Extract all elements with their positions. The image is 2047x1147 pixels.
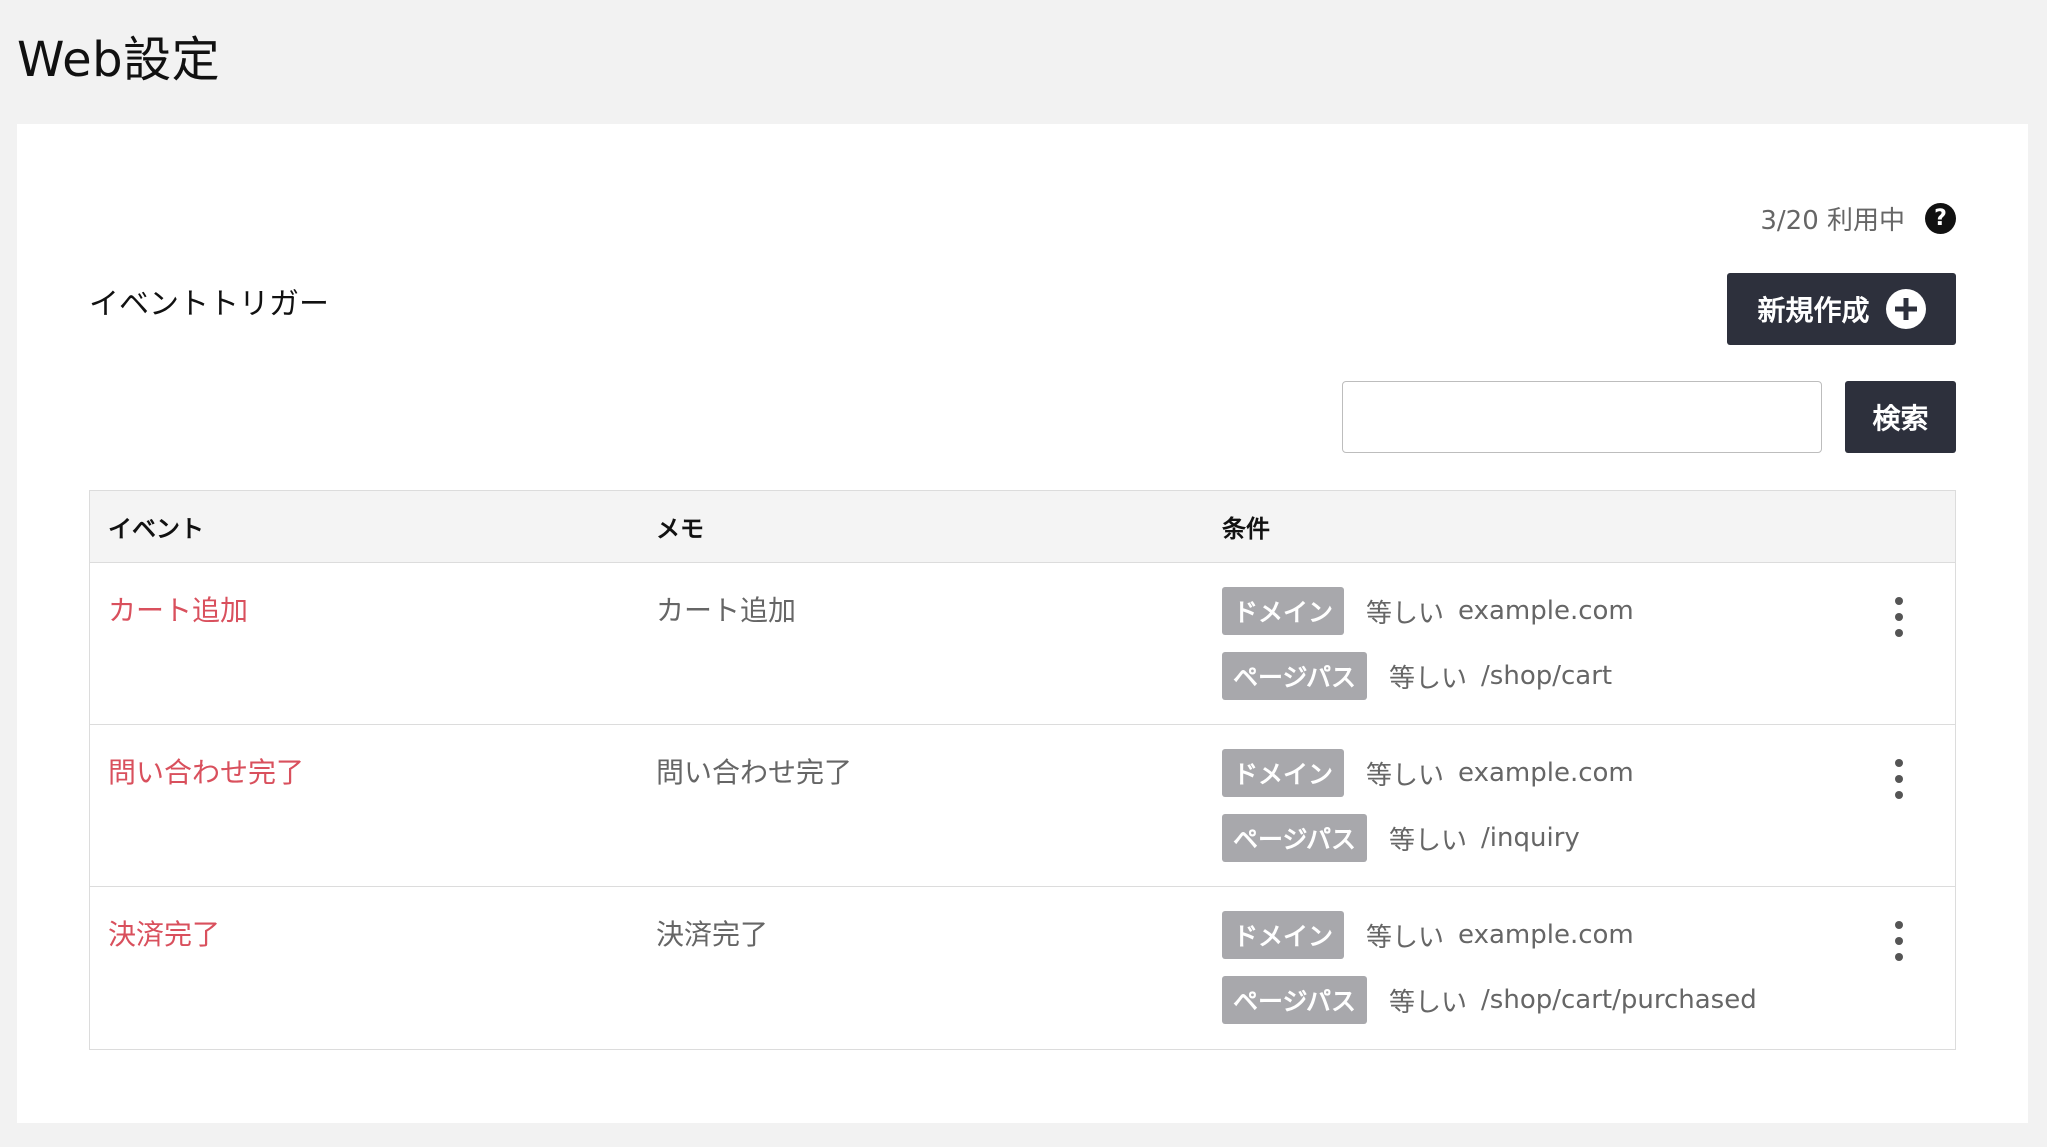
- search-button[interactable]: 検索: [1845, 381, 1956, 453]
- condition-item: ドメイン 等しい example.com: [1222, 911, 1955, 959]
- usage-indicator: 3/20 利用中 ?: [1760, 200, 1956, 237]
- condition-item: ページパス 等しい /inquiry: [1222, 814, 1955, 862]
- condition-operator: 等しい: [1366, 922, 1445, 953]
- memo-text: 決済完了: [656, 918, 769, 951]
- condition-value: example.com: [1458, 758, 1634, 788]
- condition-tag: ページパス: [1222, 814, 1368, 862]
- plus-circle-icon: [1885, 289, 1926, 329]
- more-vertical-icon[interactable]: [1889, 759, 1909, 799]
- table-row: 問い合わせ完了 問い合わせ完了 ドメイン 等しい example.com ページ…: [90, 725, 1955, 887]
- condition-operator: 等しい: [1389, 987, 1468, 1018]
- table-header: イベント メモ 条件: [90, 491, 1955, 563]
- condition-operator: 等しい: [1389, 663, 1468, 694]
- condition-operator: 等しい: [1366, 598, 1445, 629]
- page-title: Web設定: [17, 32, 221, 88]
- event-link[interactable]: 問い合わせ完了: [108, 756, 304, 789]
- condition-value: example.com: [1458, 920, 1634, 950]
- condition-tag: ドメイン: [1222, 749, 1345, 797]
- search-input[interactable]: [1342, 381, 1822, 453]
- condition-item: ドメイン 等しい example.com: [1222, 587, 1955, 635]
- condition-operator: 等しい: [1366, 760, 1445, 791]
- condition-tag: ページパス: [1222, 976, 1368, 1024]
- event-link[interactable]: カート追加: [108, 594, 248, 627]
- header-conditions: 条件: [1222, 515, 1270, 543]
- new-create-button[interactable]: 新規作成: [1727, 273, 1956, 345]
- condition-item: ページパス 等しい /shop/cart/purchased: [1222, 976, 1955, 1024]
- header-memo: メモ: [656, 515, 704, 543]
- main-card: 3/20 利用中 ? イベントトリガー 新規作成 検索 イベント メモ 条件 カ…: [17, 124, 2028, 1123]
- condition-operator: 等しい: [1389, 825, 1468, 856]
- header-event: イベント: [108, 515, 204, 543]
- table-row: カート追加 カート追加 ドメイン 等しい example.com ページパス 等…: [90, 563, 1955, 725]
- condition-tag: ドメイン: [1222, 911, 1345, 959]
- event-trigger-table: イベント メモ 条件 カート追加 カート追加 ドメイン 等しい example.…: [89, 490, 1956, 1050]
- help-icon[interactable]: ?: [1925, 203, 1956, 234]
- usage-text: 3/20 利用中: [1760, 206, 1905, 236]
- memo-text: カート追加: [656, 594, 797, 627]
- condition-item: ページパス 等しい /shop/cart: [1222, 652, 1955, 700]
- event-link[interactable]: 決済完了: [108, 918, 220, 951]
- section-title: イベントトリガー: [89, 287, 329, 322]
- condition-value: example.com: [1458, 596, 1634, 626]
- table-row: 決済完了 決済完了 ドメイン 等しい example.com ページパス 等しい…: [90, 887, 1955, 1049]
- condition-tag: ページパス: [1222, 652, 1368, 700]
- condition-value: /inquiry: [1481, 823, 1580, 853]
- memo-text: 問い合わせ完了: [656, 756, 853, 789]
- more-vertical-icon[interactable]: [1889, 921, 1909, 961]
- new-create-label: 新規作成: [1757, 294, 1870, 327]
- condition-item: ドメイン 等しい example.com: [1222, 749, 1955, 797]
- more-vertical-icon[interactable]: [1889, 597, 1909, 637]
- condition-value: /shop/cart/purchased: [1481, 985, 1757, 1015]
- condition-tag: ドメイン: [1222, 587, 1345, 635]
- condition-value: /shop/cart: [1481, 661, 1613, 691]
